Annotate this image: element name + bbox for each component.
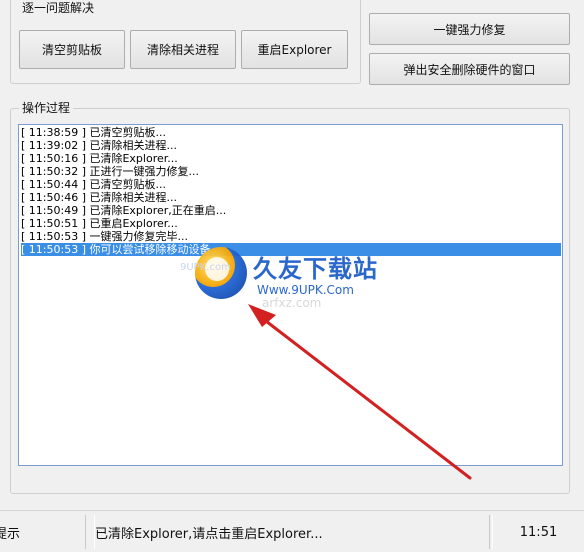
process-log-group-legend: 操作过程 bbox=[19, 101, 74, 115]
status-hint-label: 提示 bbox=[0, 515, 86, 549]
one-click-repair-button[interactable]: 一键强力修复 bbox=[369, 13, 570, 45]
watermark-url: Www.9UPK.Com bbox=[257, 283, 354, 297]
watermark-ghost-text-secondary: 9UPK.com bbox=[180, 262, 231, 273]
watermark-title: 久友下载站 bbox=[253, 255, 378, 283]
single-fix-group-legend: 逐一问题解决 bbox=[19, 1, 98, 15]
log-line[interactable]: [ 11:50:49 ] 已清除Explorer,正在重启... bbox=[21, 204, 560, 217]
log-line[interactable]: [ 11:50:44 ] 已清空剪贴板... bbox=[21, 178, 560, 191]
status-time: 11:51 bbox=[492, 515, 584, 549]
log-line[interactable]: [ 11:50:32 ] 正进行一键强力修复... bbox=[21, 165, 560, 178]
single-fix-group: 逐一问题解决 清空剪贴板 清除相关进程 重启Explorer bbox=[10, 0, 361, 84]
kill-related-process-button[interactable]: 清除相关进程 bbox=[130, 30, 236, 69]
app-window: 逐一问题解决 清空剪贴板 清除相关进程 重启Explorer 一键强力修复 弹出… bbox=[0, 0, 584, 552]
restart-explorer-button[interactable]: 重启Explorer bbox=[241, 30, 348, 69]
log-line[interactable]: [ 11:50:46 ] 已清除相关进程... bbox=[21, 191, 560, 204]
watermark-ghost-text: arfxz.com bbox=[262, 296, 322, 310]
clear-clipboard-button[interactable]: 清空剪贴板 bbox=[19, 30, 125, 69]
log-line[interactable]: [ 11:50:51 ] 已重启Explorer... bbox=[21, 217, 560, 230]
log-line[interactable]: [ 11:50:53 ] 一键强力修复完毕... bbox=[21, 230, 560, 243]
log-line[interactable]: [ 11:38:59 ] 已清空剪贴板... bbox=[21, 126, 560, 139]
eject-hardware-window-button[interactable]: 弹出安全删除硬件的窗口 bbox=[369, 53, 570, 85]
status-bar: 提示 已清除Explorer,请点击重启Explorer... 11:51 bbox=[0, 510, 584, 552]
status-message: 已清除Explorer,请点击重启Explorer... bbox=[94, 515, 490, 549]
log-line[interactable]: [ 11:39:02 ] 已清除相关进程... bbox=[21, 139, 560, 152]
watermark-logo-icon bbox=[195, 247, 247, 299]
log-line[interactable]: [ 11:50:16 ] 已清除Explorer... bbox=[21, 152, 560, 165]
